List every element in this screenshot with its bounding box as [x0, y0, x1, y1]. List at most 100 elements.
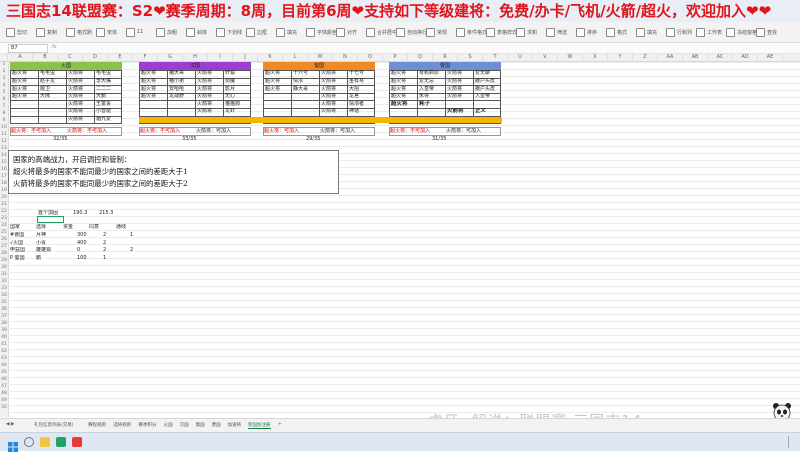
ribbon-item-19[interactable]: 排序	[576, 26, 597, 38]
ribbon-item-12[interactable]: 合并居中	[366, 26, 397, 38]
column-header-H[interactable]: H	[183, 54, 208, 61]
row-header-43[interactable]: 43	[0, 356, 8, 362]
row-header-8[interactable]: 8	[0, 111, 8, 117]
ribbon-item-13[interactable]: 自动换行	[396, 26, 427, 38]
column-header-E[interactable]: E	[108, 54, 133, 61]
row-header-36[interactable]: 36	[0, 307, 8, 313]
row-header-16[interactable]: 16	[0, 167, 8, 173]
column-header-Y[interactable]: Y	[608, 54, 633, 61]
column-header-AB[interactable]: AB	[683, 54, 708, 61]
ribbon-item-23[interactable]: 工作表	[696, 26, 722, 38]
search-icon[interactable]	[24, 437, 34, 447]
ribbon-item-11[interactable]: 对齐	[336, 26, 357, 38]
ribbon-item-2[interactable]: 格式刷	[66, 26, 92, 38]
row-header-34[interactable]: 34	[0, 293, 8, 299]
row-header-44[interactable]: 44	[0, 363, 8, 369]
name-box[interactable]: B7	[8, 44, 48, 53]
column-header-O[interactable]: O	[358, 54, 383, 61]
column-header-P[interactable]: P	[383, 54, 408, 61]
row-header-2[interactable]: 2	[0, 69, 8, 75]
ribbon-item-22[interactable]: 行和列	[666, 26, 692, 38]
row-header-6[interactable]: 6	[0, 97, 8, 103]
ribbon-item-25[interactable]: 查找	[756, 26, 777, 38]
row-header-3[interactable]: 3	[0, 76, 8, 82]
row-header-30[interactable]: 30	[0, 265, 8, 271]
row-header-20[interactable]: 20	[0, 195, 8, 201]
row-header-11[interactable]: 11	[0, 132, 8, 138]
ribbon-item-4[interactable]: 11	[126, 26, 143, 38]
ribbon-item-6[interactable]: 斜体	[186, 26, 207, 38]
column-header-AA[interactable]: AA	[658, 54, 683, 61]
column-header-Z[interactable]: Z	[633, 54, 658, 61]
ribbon-item-16[interactable]: 表格样式	[486, 26, 517, 38]
column-header-U[interactable]: U	[508, 54, 533, 61]
row-header-22[interactable]: 22	[0, 209, 8, 215]
row-header-19[interactable]: 19	[0, 188, 8, 194]
row-header-45[interactable]: 45	[0, 370, 8, 376]
row-header-14[interactable]: 14	[0, 153, 8, 159]
sheet-tab-3[interactable]: 赛季积分	[138, 422, 156, 428]
ribbon-item-0[interactable]: 剪切	[6, 26, 27, 38]
sheet-tab-0[interactable]: 礼包信息列表(交易)	[34, 422, 74, 428]
row-header-23[interactable]: 23	[0, 216, 8, 222]
row-header-27[interactable]: 27	[0, 244, 8, 250]
row-header-31[interactable]: 31	[0, 272, 8, 278]
column-header-S[interactable]: S	[458, 54, 483, 61]
ribbon-item-14[interactable]: 常规	[426, 26, 447, 38]
column-header-I[interactable]: I	[208, 54, 233, 61]
row-header-4[interactable]: 4	[0, 83, 8, 89]
column-header-K[interactable]: K	[258, 54, 283, 61]
column-header-T[interactable]: T	[483, 54, 508, 61]
column-header-N[interactable]: N	[333, 54, 358, 61]
row-header-17[interactable]: 17	[0, 174, 8, 180]
file-explorer-icon[interactable]	[40, 437, 50, 447]
sheet-tab-2[interactable]: 选将规则	[113, 422, 131, 428]
column-header-C[interactable]: C	[58, 54, 83, 61]
row-header-47[interactable]: 47	[0, 384, 8, 390]
ribbon-item-17[interactable]: 求和	[516, 26, 537, 38]
ribbon-item-7[interactable]: 下划线	[216, 26, 242, 38]
row-header-7[interactable]: 7	[0, 104, 8, 110]
column-header-G[interactable]: G	[158, 54, 183, 61]
column-header-V[interactable]: V	[533, 54, 558, 61]
column-header-J[interactable]: J	[233, 54, 258, 61]
row-header-29[interactable]: 29	[0, 258, 8, 264]
select-all-corner[interactable]	[0, 54, 8, 61]
column-header-R[interactable]: R	[433, 54, 458, 61]
row-header-21[interactable]: 21	[0, 202, 8, 208]
last-sheet-icon[interactable]: ▶	[11, 422, 14, 427]
sheet-tab-5[interactable]: 汉国	[180, 422, 189, 428]
row-header-9[interactable]: 9	[0, 118, 8, 124]
column-header-D[interactable]: D	[83, 54, 108, 61]
ribbon-item-20[interactable]: 格式	[606, 26, 627, 38]
windows-start-icon[interactable]	[8, 437, 18, 452]
row-header-32[interactable]: 32	[0, 279, 8, 285]
row-header-15[interactable]: 15	[0, 160, 8, 166]
ribbon-item-9[interactable]: 填充	[276, 26, 297, 38]
ribbon-item-21[interactable]: 填充	[636, 26, 657, 38]
column-header-A[interactable]: A	[8, 54, 33, 61]
row-header-12[interactable]: 12	[0, 139, 8, 145]
column-header-Q[interactable]: Q	[408, 54, 433, 61]
sheet-tab-1[interactable]: 赛程规则	[88, 422, 106, 428]
row-header-1[interactable]: 1	[0, 62, 8, 68]
row-header-33[interactable]: 33	[0, 286, 8, 292]
row-header-48[interactable]: 48	[0, 391, 8, 397]
column-header-W[interactable]: W	[558, 54, 583, 61]
row-header-46[interactable]: 46	[0, 377, 8, 383]
column-header-F[interactable]: F	[133, 54, 158, 61]
row-header-28[interactable]: 28	[0, 251, 8, 257]
row-header-18[interactable]: 18	[0, 181, 8, 187]
spreadsheet-app-icon[interactable]	[56, 437, 66, 447]
ribbon-item-3[interactable]: 宋体	[96, 26, 117, 38]
column-header-AE[interactable]: AE	[758, 54, 783, 61]
ribbon-item-24[interactable]: 冻结窗格	[726, 26, 757, 38]
sheet-tab-9[interactable]: 新国加注册	[248, 422, 271, 429]
row-header-41[interactable]: 41	[0, 342, 8, 348]
selected-cell[interactable]	[37, 216, 64, 223]
sheet-tab-6[interactable]: 蜀国	[196, 422, 205, 428]
column-header-AC[interactable]: AC	[708, 54, 733, 61]
row-header-49[interactable]: 49	[0, 398, 8, 404]
row-header-13[interactable]: 13	[0, 146, 8, 152]
row-header-37[interactable]: 37	[0, 314, 8, 320]
